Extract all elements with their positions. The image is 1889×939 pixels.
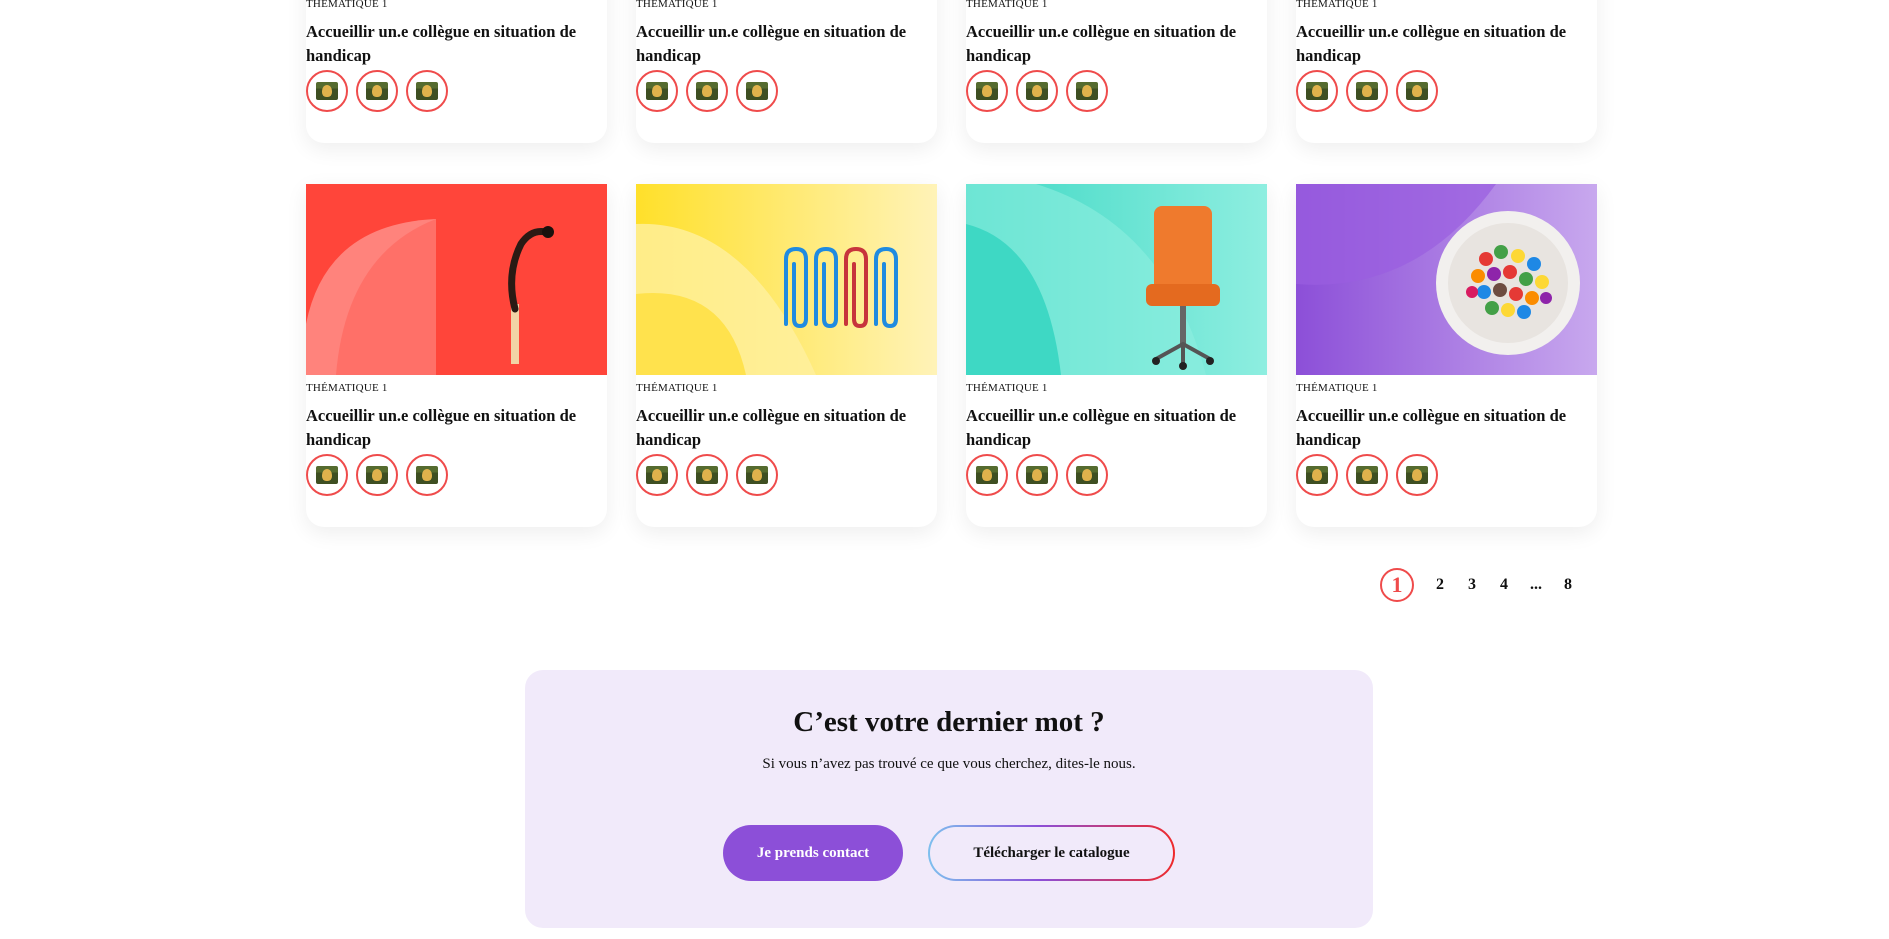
training-card[interactable]: THÉMATIQUE 1 Accueillir un.e collègue en… bbox=[306, 0, 607, 143]
pagination-page[interactable]: 2 bbox=[1424, 576, 1456, 594]
avatar bbox=[636, 70, 678, 112]
card-avatars bbox=[1296, 70, 1438, 112]
card-avatars bbox=[636, 70, 778, 112]
contact-cta-panel: C’est votre dernier mot ? Si vous n’avez… bbox=[525, 670, 1373, 928]
avatar bbox=[1396, 70, 1438, 112]
burnt-match-illustration bbox=[306, 184, 607, 375]
card-title[interactable]: Accueillir un.e collègue en situation de… bbox=[636, 20, 931, 68]
avatar bbox=[686, 454, 728, 496]
pagination-page[interactable]: 3 bbox=[1456, 576, 1488, 594]
avatar bbox=[406, 70, 448, 112]
avatar bbox=[356, 454, 398, 496]
card-theme: THÉMATIQUE 1 bbox=[636, 382, 718, 394]
card-title[interactable]: Accueillir un.e collègue en situation de… bbox=[966, 404, 1261, 452]
pagination-current-page[interactable]: 1 bbox=[1380, 568, 1414, 602]
card-image bbox=[966, 184, 1267, 375]
card-avatars bbox=[966, 454, 1108, 496]
card-theme: THÉMATIQUE 1 bbox=[306, 0, 388, 10]
card-theme: THÉMATIQUE 1 bbox=[306, 382, 388, 394]
avatar bbox=[1346, 454, 1388, 496]
card-avatars bbox=[1296, 454, 1438, 496]
avatar bbox=[966, 454, 1008, 496]
card-title[interactable]: Accueillir un.e collègue en situation de… bbox=[636, 404, 931, 452]
training-card[interactable]: THÉMATIQUE 1 Accueillir un.e collègue en… bbox=[636, 0, 937, 143]
card-title[interactable]: Accueillir un.e collègue en situation de… bbox=[966, 20, 1261, 68]
pagination-page-last[interactable]: 8 bbox=[1552, 576, 1584, 594]
avatar bbox=[406, 454, 448, 496]
card-title[interactable]: Accueillir un.e collègue en situation de… bbox=[1296, 20, 1591, 68]
card-image bbox=[306, 184, 607, 375]
card-title[interactable]: Accueillir un.e collègue en situation de… bbox=[1296, 404, 1591, 452]
training-card[interactable]: THÉMATIQUE 1 Accueillir un.e collègue en… bbox=[306, 184, 607, 527]
training-card[interactable]: THÉMATIQUE 1 Accueillir un.e collègue en… bbox=[636, 184, 937, 527]
avatar bbox=[736, 70, 778, 112]
avatar bbox=[1346, 70, 1388, 112]
avatar bbox=[1016, 70, 1058, 112]
cta-subtitle: Si vous n’avez pas trouvé ce que vous ch… bbox=[762, 756, 1136, 772]
card-avatars bbox=[306, 454, 448, 496]
card-title[interactable]: Accueillir un.e collègue en situation de… bbox=[306, 20, 601, 68]
avatar bbox=[1396, 454, 1438, 496]
avatar bbox=[1066, 70, 1108, 112]
card-theme: THÉMATIQUE 1 bbox=[1296, 0, 1378, 10]
avatar bbox=[1296, 454, 1338, 496]
download-catalog-button-border: Télécharger le catalogue bbox=[928, 825, 1175, 881]
avatar bbox=[306, 454, 348, 496]
avatar bbox=[306, 70, 348, 112]
download-catalog-button[interactable]: Télécharger le catalogue bbox=[930, 827, 1173, 879]
cta-title: C’est votre dernier mot ? bbox=[793, 706, 1105, 738]
candy-bowl-illustration bbox=[1296, 184, 1597, 375]
pagination-ellipsis: ... bbox=[1530, 576, 1542, 593]
card-avatars bbox=[306, 70, 448, 112]
card-theme: THÉMATIQUE 1 bbox=[636, 0, 718, 10]
training-card[interactable]: THÉMATIQUE 1 Accueillir un.e collègue en… bbox=[966, 0, 1267, 143]
avatar bbox=[736, 454, 778, 496]
avatar bbox=[1296, 70, 1338, 112]
pagination: 1 2 3 4 ... 8 bbox=[1380, 568, 1584, 602]
card-theme: THÉMATIQUE 1 bbox=[1296, 382, 1378, 394]
card-theme: THÉMATIQUE 1 bbox=[966, 382, 1048, 394]
training-card[interactable]: THÉMATIQUE 1 Accueillir un.e collègue en… bbox=[1296, 184, 1597, 527]
card-avatars bbox=[966, 70, 1108, 112]
office-chair-illustration bbox=[966, 184, 1267, 375]
card-image bbox=[1296, 184, 1597, 375]
training-card[interactable]: THÉMATIQUE 1 Accueillir un.e collègue en… bbox=[966, 184, 1267, 527]
card-theme: THÉMATIQUE 1 bbox=[966, 0, 1048, 10]
paper-clips-illustration bbox=[636, 184, 937, 375]
avatar bbox=[1016, 454, 1058, 496]
training-card[interactable]: THÉMATIQUE 1 Accueillir un.e collègue en… bbox=[1296, 0, 1597, 143]
pagination-page[interactable]: 4 bbox=[1488, 576, 1520, 594]
avatar bbox=[966, 70, 1008, 112]
avatar bbox=[686, 70, 728, 112]
contact-button[interactable]: Je prends contact bbox=[723, 825, 903, 881]
card-image bbox=[636, 184, 937, 375]
avatar bbox=[636, 454, 678, 496]
avatar bbox=[1066, 454, 1108, 496]
avatar bbox=[356, 70, 398, 112]
card-title[interactable]: Accueillir un.e collègue en situation de… bbox=[306, 404, 601, 452]
card-avatars bbox=[636, 454, 778, 496]
